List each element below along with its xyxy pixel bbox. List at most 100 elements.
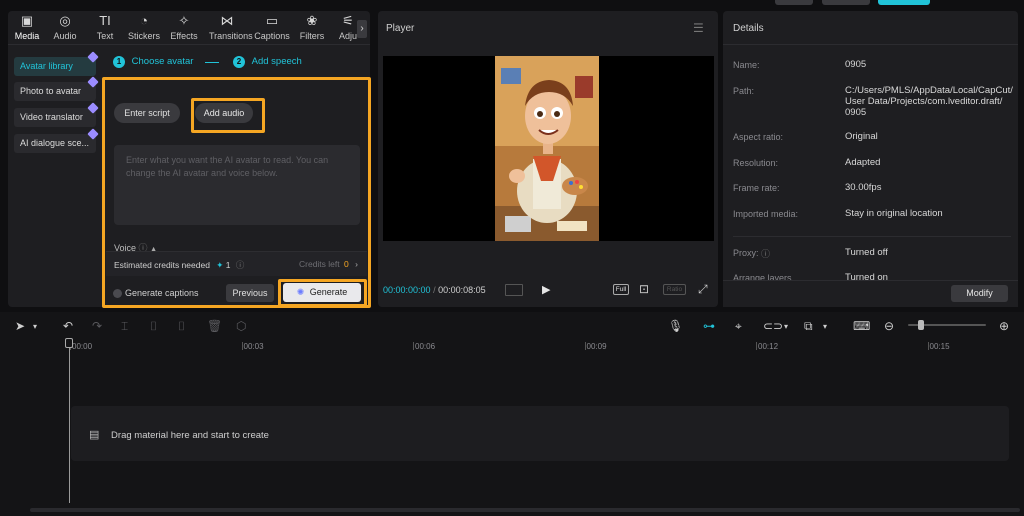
previous-button[interactable]: Previous xyxy=(226,284,274,302)
fullscreen-icon[interactable]: ⤢ xyxy=(698,282,708,297)
current-time: 00:00:00:00 xyxy=(383,285,431,295)
detail-value: Turned off xyxy=(845,247,888,258)
preview-axis-icon[interactable]: ⧉ xyxy=(804,319,813,334)
full-ratio-button[interactable]: Full xyxy=(613,284,629,295)
magnet-link-icon[interactable]: ⊶ xyxy=(703,319,715,333)
modify-button[interactable]: Modify xyxy=(951,285,1008,302)
select-cursor-icon[interactable]: ➤ xyxy=(15,319,25,333)
step-choose-avatar[interactable]: 1 Choose avatar xyxy=(113,56,193,68)
sidebar-item-avatar-library[interactable]: Avatar library xyxy=(14,51,99,76)
microphone-icon[interactable]: 🎙 xyxy=(668,319,683,333)
export-button[interactable] xyxy=(878,0,930,5)
zoom-in-icon[interactable]: ⊕ xyxy=(999,319,1009,333)
play-icon[interactable]: ▶ xyxy=(542,283,550,296)
split-left-icon[interactable]: ⌷ xyxy=(150,319,157,334)
effects-icon: ✧ xyxy=(178,13,190,28)
caption-icon[interactable]: ⌨ xyxy=(853,319,870,333)
split-right-icon[interactable]: ⌷ xyxy=(178,319,185,334)
ruler-tick xyxy=(584,342,586,350)
tab-effects[interactable]: ✧ Effects xyxy=(166,13,202,42)
tab-text[interactable]: TI Text xyxy=(87,13,123,42)
sidebar-item-photo-to-avatar[interactable]: Photo to avatar xyxy=(14,76,99,101)
fit-zoom-icon[interactable]: ⊡ xyxy=(639,282,649,296)
detail-value: 30.00fps xyxy=(845,182,882,193)
generate-captions-label: Generate captions xyxy=(125,288,199,298)
details-title: Details xyxy=(733,23,764,34)
zoom-slider-handle[interactable] xyxy=(918,320,924,330)
player-title: Player xyxy=(386,23,415,34)
top-button-a[interactable] xyxy=(775,0,813,5)
tab-media[interactable]: ▣ Media xyxy=(9,14,45,42)
sidebar-item-ai-dialogue-sce[interactable]: AI dialogue sce... xyxy=(14,128,99,153)
step-number: 1 xyxy=(113,56,125,68)
zoom-out-icon[interactable]: ⊖ xyxy=(884,319,894,333)
tab-label: Audio xyxy=(53,31,77,41)
tab-label: Effects xyxy=(170,31,198,41)
generate-captions-checkbox[interactable] xyxy=(113,289,122,298)
info-icon[interactable]: ⓘ xyxy=(761,247,770,260)
top-button-b[interactable] xyxy=(822,0,870,5)
sidebar-item-label: Photo to avatar xyxy=(20,86,82,96)
step-number: 2 xyxy=(233,56,245,68)
redo-icon[interactable]: ↷ xyxy=(92,319,102,333)
sidebar-item-video-translator[interactable]: Video translator xyxy=(14,102,99,127)
ruler-label: 00:06 xyxy=(415,342,436,351)
playhead-handle[interactable] xyxy=(65,338,73,348)
generate-button[interactable]: ✺ Generate xyxy=(283,283,361,302)
undo-icon[interactable]: ↶ xyxy=(63,319,73,333)
playhead[interactable] xyxy=(69,338,70,503)
tab-captions[interactable]: ▭ Captions xyxy=(254,14,290,42)
drop-hint-text: Drag material here and start to create xyxy=(111,430,269,441)
script-textarea[interactable]: Enter what you want the AI avatar to rea… xyxy=(114,145,360,225)
step-label: Add speech xyxy=(251,56,302,67)
info-icon: ⓘ xyxy=(235,260,245,270)
split-icon[interactable]: ⌶ xyxy=(121,319,128,334)
sparkle-icon: ✦ xyxy=(216,260,224,270)
filmstrip-icon[interactable] xyxy=(505,284,523,296)
delete-icon[interactable]: 🗑 xyxy=(207,319,222,333)
details-divider xyxy=(723,44,1018,45)
tab-label: Text xyxy=(96,31,114,41)
timeline-scrollbar[interactable] xyxy=(30,508,1020,512)
tab-audio[interactable]: ◎ Audio xyxy=(47,14,83,42)
chevron-down-icon[interactable]: ▾ xyxy=(784,322,788,331)
tab-label: Stickers xyxy=(127,31,160,41)
detail-value: 0905 xyxy=(845,59,867,70)
tab-stickers[interactable]: ◔ Stickers xyxy=(126,14,162,42)
detail-value: Stay in original location xyxy=(845,208,943,219)
credits-needed: Estimated credits needed ✦ 1 ⓘ xyxy=(114,259,244,271)
toolbar-divider xyxy=(8,44,370,45)
track-drop-hint: ▤ Drag material here and start to create xyxy=(89,428,269,441)
tab-transitions[interactable]: ⋈ Transitions xyxy=(209,14,253,42)
toolbar-more-button[interactable]: › xyxy=(357,20,367,38)
detail-value: Adapted xyxy=(845,157,881,168)
credits-needed-value: 1 xyxy=(225,260,231,270)
filters-icon: ❀ xyxy=(306,13,318,28)
credits-needed-label: Estimated credits needed xyxy=(114,260,210,270)
ruler-label: 00:09 xyxy=(586,342,607,351)
detail-label: Imported media: xyxy=(733,209,799,219)
tab-label: Filters xyxy=(299,31,325,41)
tab-label: Adju xyxy=(338,31,357,41)
detail-value: C:/Users/PMLS/AppData/Local/CapCut/ User… xyxy=(845,85,1013,118)
chevron-down-icon[interactable]: ▾ xyxy=(33,322,37,331)
tab-filters[interactable]: ❀ Filters xyxy=(294,13,330,42)
total-time: 00:00:08:05 xyxy=(438,285,486,295)
ruler-tick xyxy=(927,342,929,350)
chevron-down-icon[interactable]: ▾ xyxy=(823,322,827,331)
credits-left-label: Credits left xyxy=(299,259,340,269)
credits-left[interactable]: Credits left 0 › xyxy=(299,259,358,269)
step-add-speech[interactable]: 2 Add speech xyxy=(233,56,302,68)
auto-snap-icon[interactable]: ⌖ xyxy=(735,319,742,334)
detail-label: Aspect ratio: xyxy=(733,132,784,142)
ruler-label: 00:15 xyxy=(929,342,950,351)
menu-icon[interactable]: ☰ xyxy=(693,21,704,35)
ruler-tick xyxy=(413,342,414,350)
add-audio-tab[interactable]: Add audio xyxy=(195,103,253,123)
text-icon: TI xyxy=(99,13,111,28)
shield-icon[interactable]: ⬡ xyxy=(236,319,246,333)
ratio-button[interactable]: Ratio xyxy=(663,284,686,295)
link-icon[interactable]: ⊂⊃ xyxy=(763,319,783,333)
enter-script-tab[interactable]: Enter script xyxy=(114,103,180,123)
ruler-label: 00:00 xyxy=(72,342,93,351)
